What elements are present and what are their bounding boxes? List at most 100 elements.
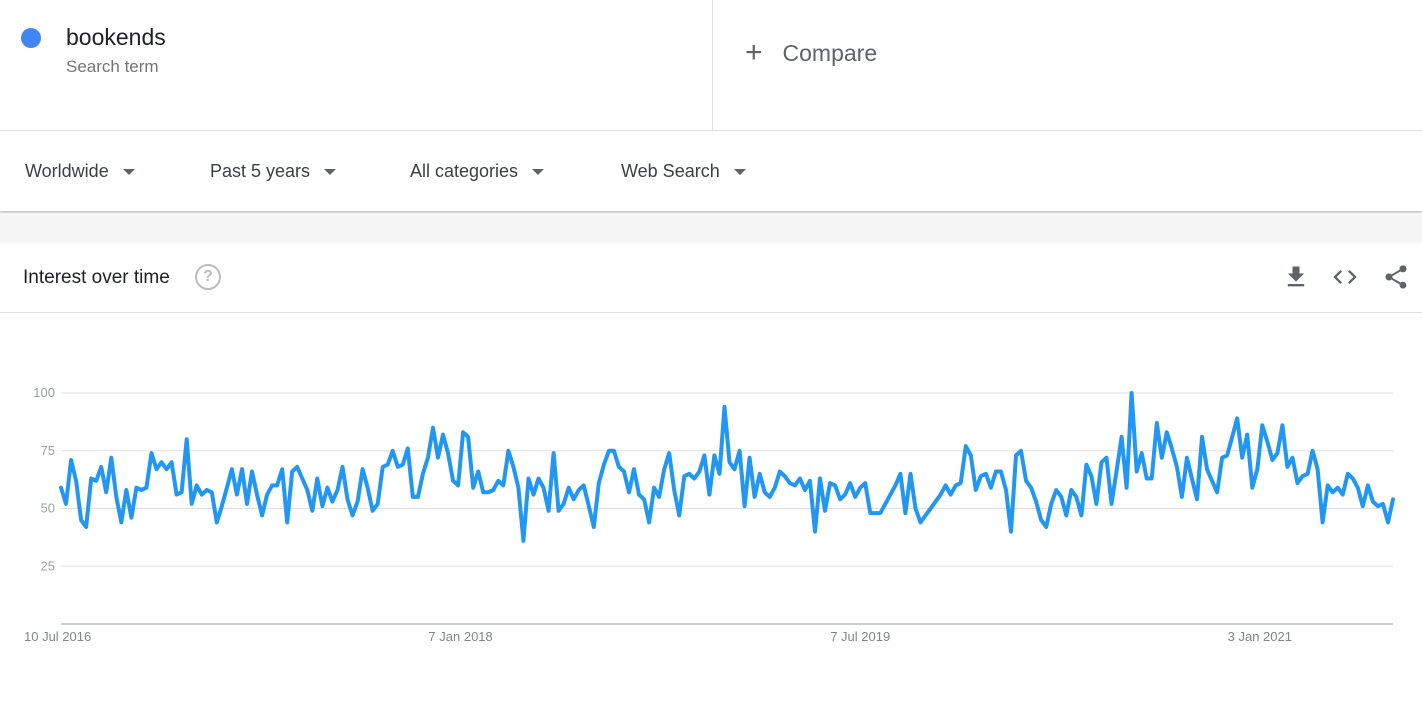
data-point [878,511,883,516]
data-point [928,506,933,511]
data-point [787,481,792,486]
data-point [1069,488,1074,493]
compare-label: Compare [782,39,878,66]
data-point [1159,455,1164,460]
data-point [199,492,204,497]
data-point [838,497,843,502]
data-point [903,511,908,516]
data-point [159,460,164,465]
interest-line-chart[interactable]: 100 75 50 25 10 Jul 2016 7 Jan 2018 7 Jul 2019… [0,243,1422,721]
data-point [239,467,244,472]
data-point [1174,464,1179,469]
data-point [752,494,757,499]
data-point [1285,464,1290,469]
data-point [305,488,310,493]
data-point [1330,490,1335,495]
data-point [762,490,767,495]
data-point [214,520,219,525]
category-filter[interactable]: All categories [410,161,545,182]
data-point [129,515,134,520]
data-point [229,467,234,472]
data-point [893,483,898,488]
data-point [616,464,621,469]
search-term-name[interactable]: bookends [66,24,166,51]
data-point [300,476,305,481]
data-point [551,451,556,456]
data-point [285,520,290,525]
data-point [586,504,591,509]
search-terms-bar: bookends Search term + Compare [0,0,1422,131]
data-point [1365,483,1370,488]
data-point [993,469,998,474]
search-term-card[interactable]: bookends Search term [0,0,713,130]
data-point [1164,430,1169,435]
data-point [1391,497,1396,502]
data-point [621,469,626,474]
data-point [1114,469,1119,474]
data-point [873,511,878,516]
data-point [486,490,491,495]
separator-band [0,213,1422,243]
data-point [757,471,762,476]
data-point [908,471,913,476]
data-point [802,488,807,493]
data-point [1370,499,1375,504]
data-point [1255,467,1260,472]
data-point [1129,391,1134,396]
data-point [1099,460,1104,465]
data-point [94,478,99,483]
data-point [516,485,521,490]
data-point [938,492,943,497]
data-point [767,494,772,499]
data-point [380,464,385,469]
data-point [807,478,812,483]
data-point [571,497,576,502]
data-point [1265,439,1270,444]
data-point [265,492,270,497]
data-point [260,513,265,518]
data-point [1019,448,1024,453]
data-point [1169,446,1174,451]
data-point [446,451,451,456]
x-tick-label: 3 Jan 2021 [1228,629,1292,644]
data-point [496,478,501,483]
data-point [1350,476,1355,481]
data-point [149,451,154,456]
data-point [84,524,89,529]
data-point [1074,494,1079,499]
data-point [1154,421,1159,426]
data-point [320,504,325,509]
data-point [144,485,149,490]
data-point [370,508,375,513]
series-color-dot [21,28,41,48]
data-point [823,508,828,513]
data-point [1094,501,1099,506]
data-point [848,481,853,486]
data-point [657,494,662,499]
data-point [375,501,380,506]
data-point [868,511,873,516]
data-point [1380,501,1385,506]
data-point [435,455,440,460]
data-point [451,478,456,483]
data-point [290,469,295,474]
data-point [1189,476,1194,481]
data-point [99,464,104,469]
x-tick-label: 7 Jul 2019 [830,629,890,644]
time-range-filter[interactable]: Past 5 years [210,161,337,182]
compare-button[interactable]: + Compare [745,38,877,68]
data-point [1335,485,1340,490]
location-filter[interactable]: Worldwide [25,161,135,182]
data-point [1089,474,1094,479]
data-point [415,494,420,499]
data-point [491,488,496,493]
data-point [913,506,918,511]
data-point [717,471,722,476]
search-type-filter[interactable]: Web Search [621,161,746,182]
data-point [632,467,637,472]
data-point [325,485,330,490]
data-point [169,460,174,465]
data-point [591,524,596,529]
data-point [1144,476,1149,481]
data-point [385,462,390,467]
